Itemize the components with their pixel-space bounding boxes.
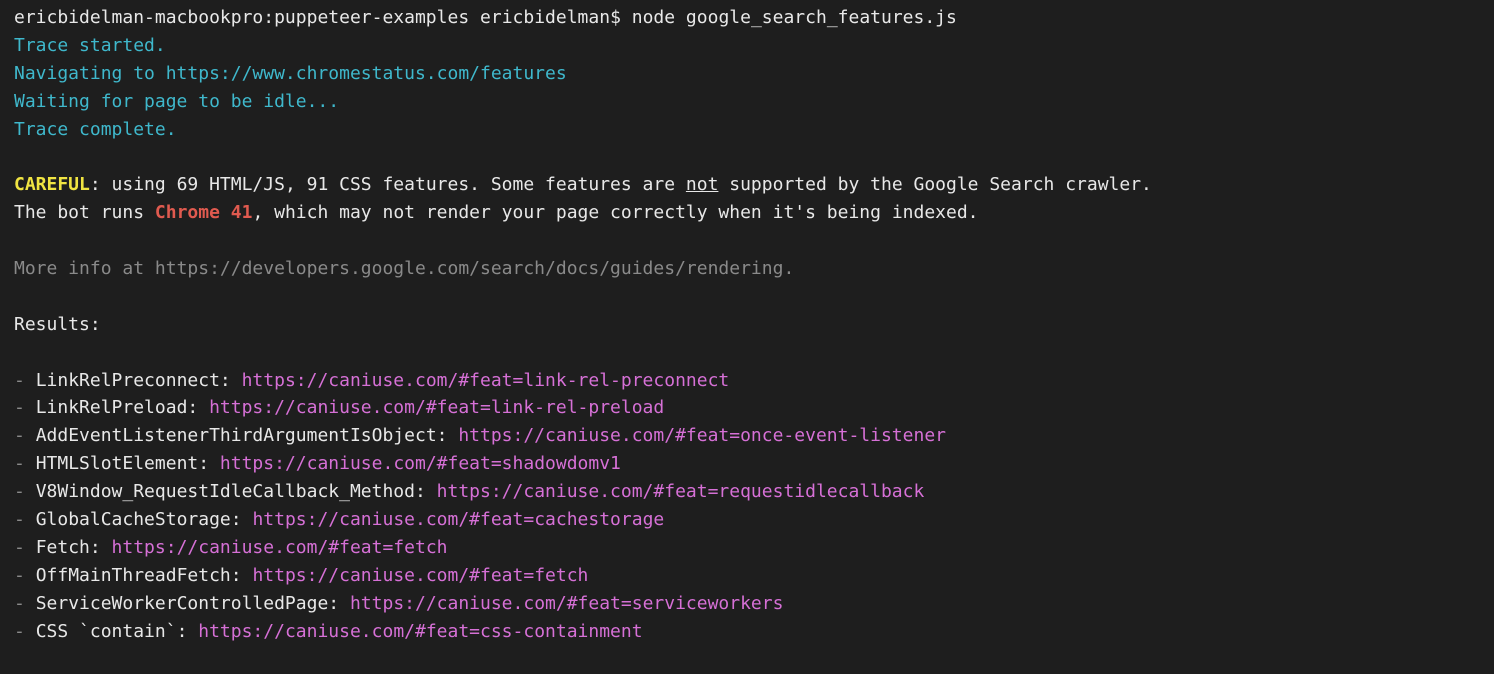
command: node google_search_features.js [632,7,957,28]
feature-url[interactable]: https://caniuse.com/#feat=requestidlecal… [437,481,925,502]
results-list: - LinkRelPreconnect: https://caniuse.com… [14,367,1480,646]
feature-url[interactable]: https://caniuse.com/#feat=shadowdomv1 [220,453,621,474]
chrome-version: Chrome 41 [155,202,253,223]
results-header: Results: [14,311,1480,339]
feature-name: ServiceWorkerControlledPage: [36,593,350,614]
feature-url[interactable]: https://caniuse.com/#feat=cachestorage [252,509,664,530]
feature-name: Fetch: [36,537,112,558]
prompt-symbol: $ [610,7,621,28]
trace-complete: Trace complete. [14,116,1480,144]
feature-name: CSS `contain`: [36,621,199,642]
feature-name: LinkRelPreload: [36,397,209,418]
warning-line-1: CAREFUL: using 69 HTML/JS, 91 CSS featur… [14,171,1480,199]
navigating-prefix: Navigating to [14,63,166,84]
feature-url[interactable]: https://caniuse.com/#feat=fetch [112,537,448,558]
result-item: - OffMainThreadFetch: https://caniuse.co… [14,562,1480,590]
feature-url[interactable]: https://caniuse.com/#feat=link-rel-preco… [242,370,730,391]
bullet-dash: - [14,565,36,586]
feature-url[interactable]: https://caniuse.com/#feat=serviceworkers [350,593,783,614]
bullet-dash: - [14,481,36,502]
feature-name: HTMLSlotElement: [36,453,220,474]
feature-name: AddEventListenerThirdArgumentIsObject: [36,425,459,446]
careful-label: CAREFUL [14,174,90,195]
bullet-dash: - [14,621,36,642]
bullet-dash: - [14,593,36,614]
result-item: - HTMLSlotElement: https://caniuse.com/#… [14,450,1480,478]
feature-url[interactable]: https://caniuse.com/#feat=css-containmen… [198,621,642,642]
prompt-line: ericbidelman-macbookpro:puppeteer-exampl… [14,4,1480,32]
bullet-dash: - [14,453,36,474]
warning-line-2: The bot runs Chrome 41, which may not re… [14,199,1480,227]
navigating-url: https://www.chromestatus.com/features [166,63,567,84]
bullet-dash: - [14,370,36,391]
prompt-host: ericbidelman-macbookpro [14,7,263,28]
trace-waiting: Waiting for page to be idle... [14,88,1480,116]
result-item: - ServiceWorkerControlledPage: https://c… [14,590,1480,618]
trace-started: Trace started. [14,32,1480,60]
blank-line [14,143,1480,171]
prompt-user: ericbidelman [480,7,610,28]
more-info-line: More info at https://developers.google.c… [14,255,1480,283]
trace-navigating: Navigating to https://www.chromestatus.c… [14,60,1480,88]
feature-url[interactable]: https://caniuse.com/#feat=once-event-lis… [458,425,946,446]
result-item: - AddEventListenerThirdArgumentIsObject:… [14,422,1480,450]
bullet-dash: - [14,537,36,558]
result-item: - LinkRelPreconnect: https://caniuse.com… [14,367,1480,395]
result-item: - V8Window_RequestIdleCallback_Method: h… [14,478,1480,506]
blank-line [14,339,1480,367]
bullet-dash: - [14,397,36,418]
feature-name: LinkRelPreconnect: [36,370,242,391]
result-item: - Fetch: https://caniuse.com/#feat=fetch [14,534,1480,562]
more-info-url: https://developers.google.com/search/doc… [155,258,784,279]
blank-line [14,227,1480,255]
feature-name: OffMainThreadFetch: [36,565,253,586]
prompt-dir: puppeteer-examples [274,7,469,28]
blank-line [14,283,1480,311]
feature-url[interactable]: https://caniuse.com/#feat=fetch [252,565,588,586]
result-item: - LinkRelPreload: https://caniuse.com/#f… [14,394,1480,422]
result-item: - GlobalCacheStorage: https://caniuse.co… [14,506,1480,534]
not-underline: not [686,174,719,195]
feature-name: V8Window_RequestIdleCallback_Method: [36,481,437,502]
feature-url[interactable]: https://caniuse.com/#feat=link-rel-prelo… [209,397,664,418]
feature-name: GlobalCacheStorage: [36,509,253,530]
prompt-sep: : [263,7,274,28]
bullet-dash: - [14,425,36,446]
bullet-dash: - [14,509,36,530]
result-item: - CSS `contain`: https://caniuse.com/#fe… [14,618,1480,646]
